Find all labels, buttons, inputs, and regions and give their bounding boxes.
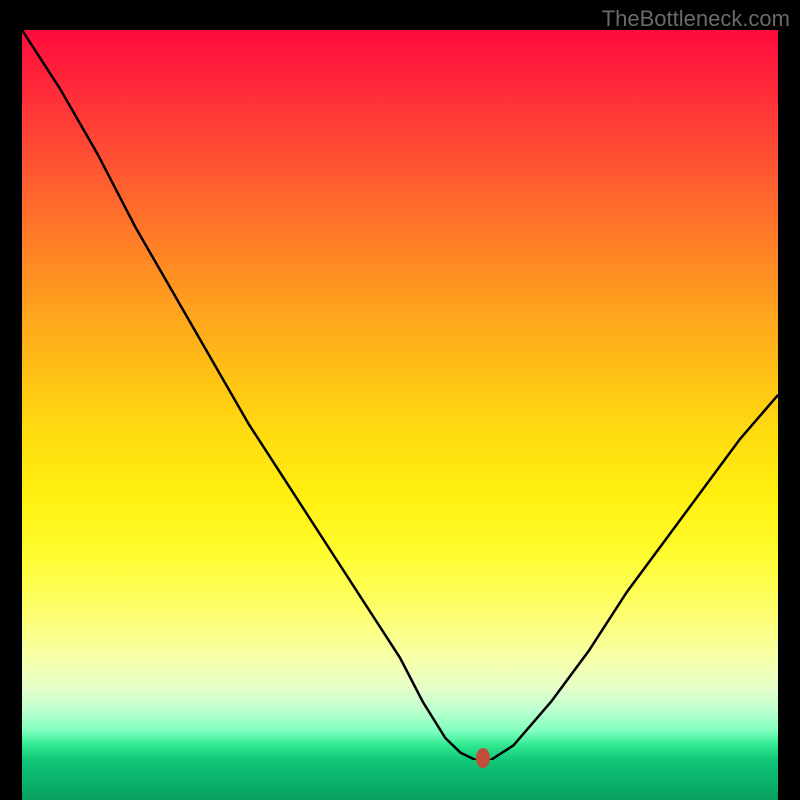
bottleneck-curve-path (22, 30, 778, 760)
watermark-label: TheBottleneck.com (602, 6, 790, 32)
chart-container: TheBottleneck.com (0, 0, 800, 800)
chart-baseline-band (22, 760, 778, 800)
bottleneck-curve (22, 30, 778, 760)
